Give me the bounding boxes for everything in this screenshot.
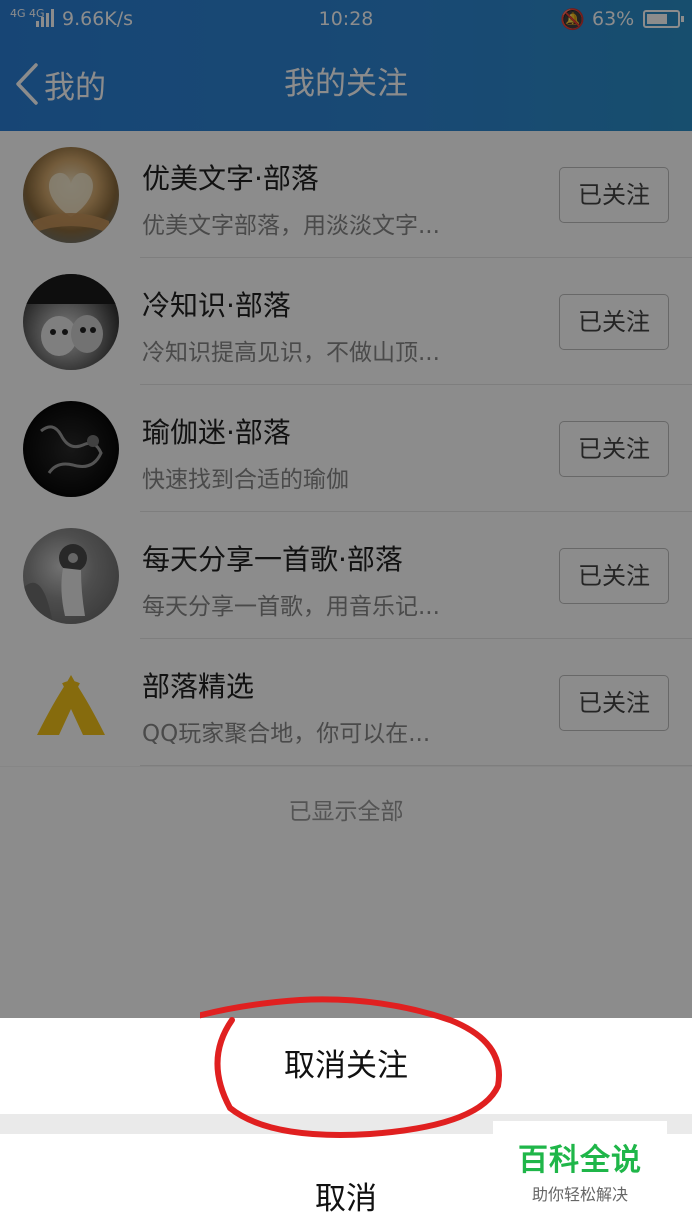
watermark-logo: 百科全说 助你轻松解决 — [493, 1121, 667, 1204]
unfollow-button[interactable]: 取消关注 — [0, 1018, 692, 1114]
watermark-subtitle: 助你轻松解决 — [531, 1185, 628, 1204]
watermark-title: 百科全说 — [518, 1143, 642, 1178]
modal-overlay[interactable] — [0, 0, 692, 1018]
